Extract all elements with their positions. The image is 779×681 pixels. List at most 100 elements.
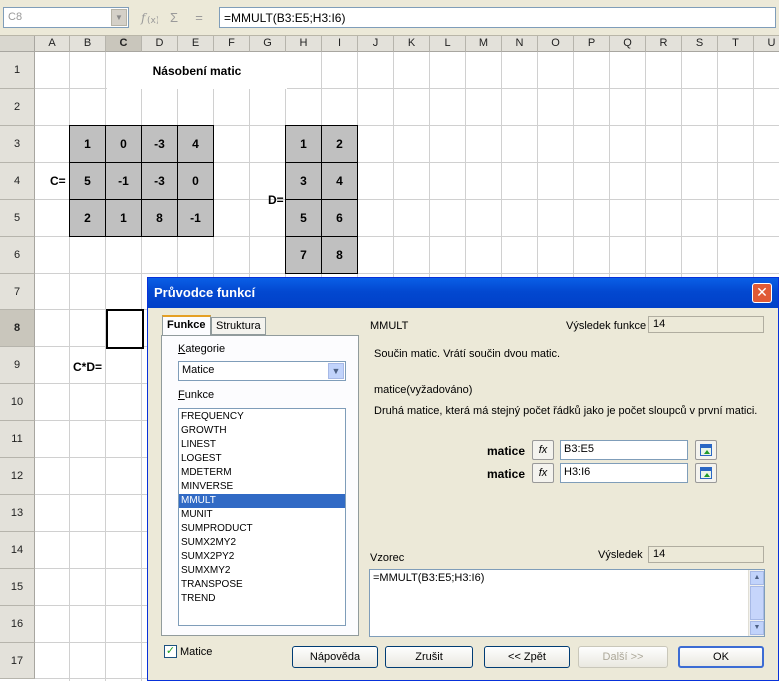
column-header-l[interactable]: L	[430, 36, 466, 52]
row-header-2[interactable]: 2	[0, 89, 35, 126]
scroll-up-icon[interactable]: ▲	[750, 571, 764, 585]
matrix-d-cell[interactable]: 8	[321, 236, 358, 274]
column-header-t[interactable]: T	[718, 36, 754, 52]
argument-1-fx-button[interactable]: fx	[532, 440, 554, 460]
argument-1-shrink-button[interactable]	[695, 440, 717, 460]
row-header-11[interactable]: 11	[0, 421, 35, 458]
column-header-p[interactable]: P	[574, 36, 610, 52]
matrix-d-cell[interactable]: 6	[321, 199, 358, 237]
matrix-d-cell[interactable]: 5	[285, 199, 322, 237]
column-header-e[interactable]: E	[178, 36, 214, 52]
matrix-c-cell[interactable]: 8	[141, 199, 178, 237]
argument-2-fx-button[interactable]: fx	[532, 463, 554, 483]
column-header-c[interactable]: C	[106, 36, 142, 52]
next-button[interactable]: Další >>	[578, 646, 668, 668]
close-icon[interactable]: ✕	[752, 283, 772, 303]
column-header-n[interactable]: N	[502, 36, 538, 52]
help-button[interactable]: Nápověda	[292, 646, 378, 668]
label-matrix-c[interactable]: C=	[50, 163, 66, 199]
function-list-item[interactable]: MMULT	[179, 494, 345, 508]
matrix-c-cell[interactable]: 0	[105, 125, 142, 163]
row-header-14[interactable]: 14	[0, 532, 35, 569]
row-header-13[interactable]: 13	[0, 495, 35, 532]
function-list-item[interactable]: TRANSPOSE	[179, 578, 345, 592]
matrix-d-cell[interactable]: 1	[285, 125, 322, 163]
row-header-4[interactable]: 4	[0, 163, 35, 200]
matrix-c-cell[interactable]: 2	[69, 199, 106, 237]
row-header-1[interactable]: 1	[0, 52, 35, 89]
column-header-r[interactable]: R	[646, 36, 682, 52]
column-header-j[interactable]: J	[358, 36, 394, 52]
matrix-c-cell[interactable]: -3	[141, 162, 178, 200]
row-header-15[interactable]: 15	[0, 569, 35, 606]
function-list-item[interactable]: TREND	[179, 592, 345, 606]
matrix-c-cell[interactable]: -1	[177, 199, 214, 237]
matrix-c-cell[interactable]: 4	[177, 125, 214, 163]
tab-functions[interactable]: Funkce	[162, 315, 211, 336]
label-product[interactable]: C*D=	[73, 349, 102, 385]
matrix-d-cell[interactable]: 7	[285, 236, 322, 274]
matrix-c-cell[interactable]: -1	[105, 162, 142, 200]
row-header-17[interactable]: 17	[0, 643, 35, 679]
column-header-f[interactable]: F	[214, 36, 250, 52]
cancel-button[interactable]: Zrušit	[385, 646, 473, 668]
function-list-item[interactable]: SUMPRODUCT	[179, 522, 345, 536]
function-list-item[interactable]: MINVERSE	[179, 480, 345, 494]
matrix-c-cell[interactable]: 5	[69, 162, 106, 200]
argument-2-shrink-button[interactable]	[695, 463, 717, 483]
back-button[interactable]: << Zpět	[484, 646, 570, 668]
tab-structure[interactable]: Struktura	[211, 317, 266, 335]
active-cell-cursor[interactable]	[106, 309, 144, 349]
category-select[interactable]: Matice ▼	[178, 361, 346, 381]
row-header-8[interactable]: 8	[0, 310, 35, 347]
select-all-corner[interactable]	[0, 36, 35, 52]
matrix-c-cell[interactable]: -3	[141, 125, 178, 163]
sum-icon[interactable]: Σ	[164, 8, 184, 28]
equals-icon[interactable]: =	[189, 8, 209, 28]
functions-list[interactable]: FREQUENCY GROWTH LINEST LOGEST MDETERM MINVER…	[178, 408, 346, 626]
matrix-d-cell[interactable]: 2	[321, 125, 358, 163]
scroll-down-icon[interactable]: ▼	[750, 621, 764, 635]
row-header-3[interactable]: 3	[0, 126, 35, 163]
ok-button[interactable]: OK	[678, 646, 764, 668]
argument-2-input[interactable]: H3:I6	[560, 463, 688, 483]
function-list-item[interactable]: LINEST	[179, 438, 345, 452]
column-header-g[interactable]: G	[250, 36, 286, 52]
function-list-item[interactable]: MDETERM	[179, 466, 345, 480]
row-header-7[interactable]: 7	[0, 274, 35, 310]
formula-input[interactable]: =MMULT(B3:E5;H3:I6)	[219, 7, 776, 28]
row-header-16[interactable]: 16	[0, 606, 35, 643]
formula-scrollbar[interactable]: ▲ ▼	[748, 570, 764, 636]
matrix-c-cell[interactable]: 0	[177, 162, 214, 200]
row-header-6[interactable]: 6	[0, 237, 35, 274]
column-header-h[interactable]: H	[286, 36, 322, 52]
row-header-9[interactable]: 9	[0, 347, 35, 384]
column-header-i[interactable]: I	[322, 36, 358, 52]
function-list-item[interactable]: GROWTH	[179, 424, 345, 438]
column-header-u[interactable]: U	[754, 36, 779, 52]
row-header-5[interactable]: 5	[0, 200, 35, 237]
chevron-down-icon[interactable]: ▼	[328, 363, 344, 379]
column-header-s[interactable]: S	[682, 36, 718, 52]
row-header-12[interactable]: 12	[0, 458, 35, 495]
function-list-item[interactable]: SUMX2MY2	[179, 536, 345, 550]
matrix-d-cell[interactable]: 4	[321, 162, 358, 200]
matrix-d-cell[interactable]: 3	[285, 162, 322, 200]
sheet-title-cell[interactable]: Násobení matic	[107, 52, 287, 89]
matrix-c-cell[interactable]: 1	[105, 199, 142, 237]
name-box-dropdown-icon[interactable]: ▼	[111, 9, 127, 26]
column-header-k[interactable]: K	[394, 36, 430, 52]
function-list-item[interactable]: LOGEST	[179, 452, 345, 466]
row-header-10[interactable]: 10	[0, 384, 35, 421]
column-header-a[interactable]: A	[35, 36, 70, 52]
formula-textarea[interactable]: =MMULT(B3:E5;H3:I6) ▲ ▼	[369, 569, 765, 637]
scroll-thumb[interactable]	[750, 586, 764, 620]
column-header-o[interactable]: O	[538, 36, 574, 52]
column-header-m[interactable]: M	[466, 36, 502, 52]
function-list-item[interactable]: SUMX2PY2	[179, 550, 345, 564]
function-list-item[interactable]: MUNIT	[179, 508, 345, 522]
name-box[interactable]: C8 ▼	[3, 7, 129, 28]
column-header-d[interactable]: D	[142, 36, 178, 52]
column-header-b[interactable]: B	[70, 36, 106, 52]
function-wizard-icon[interactable]: f (x)	[139, 8, 159, 28]
